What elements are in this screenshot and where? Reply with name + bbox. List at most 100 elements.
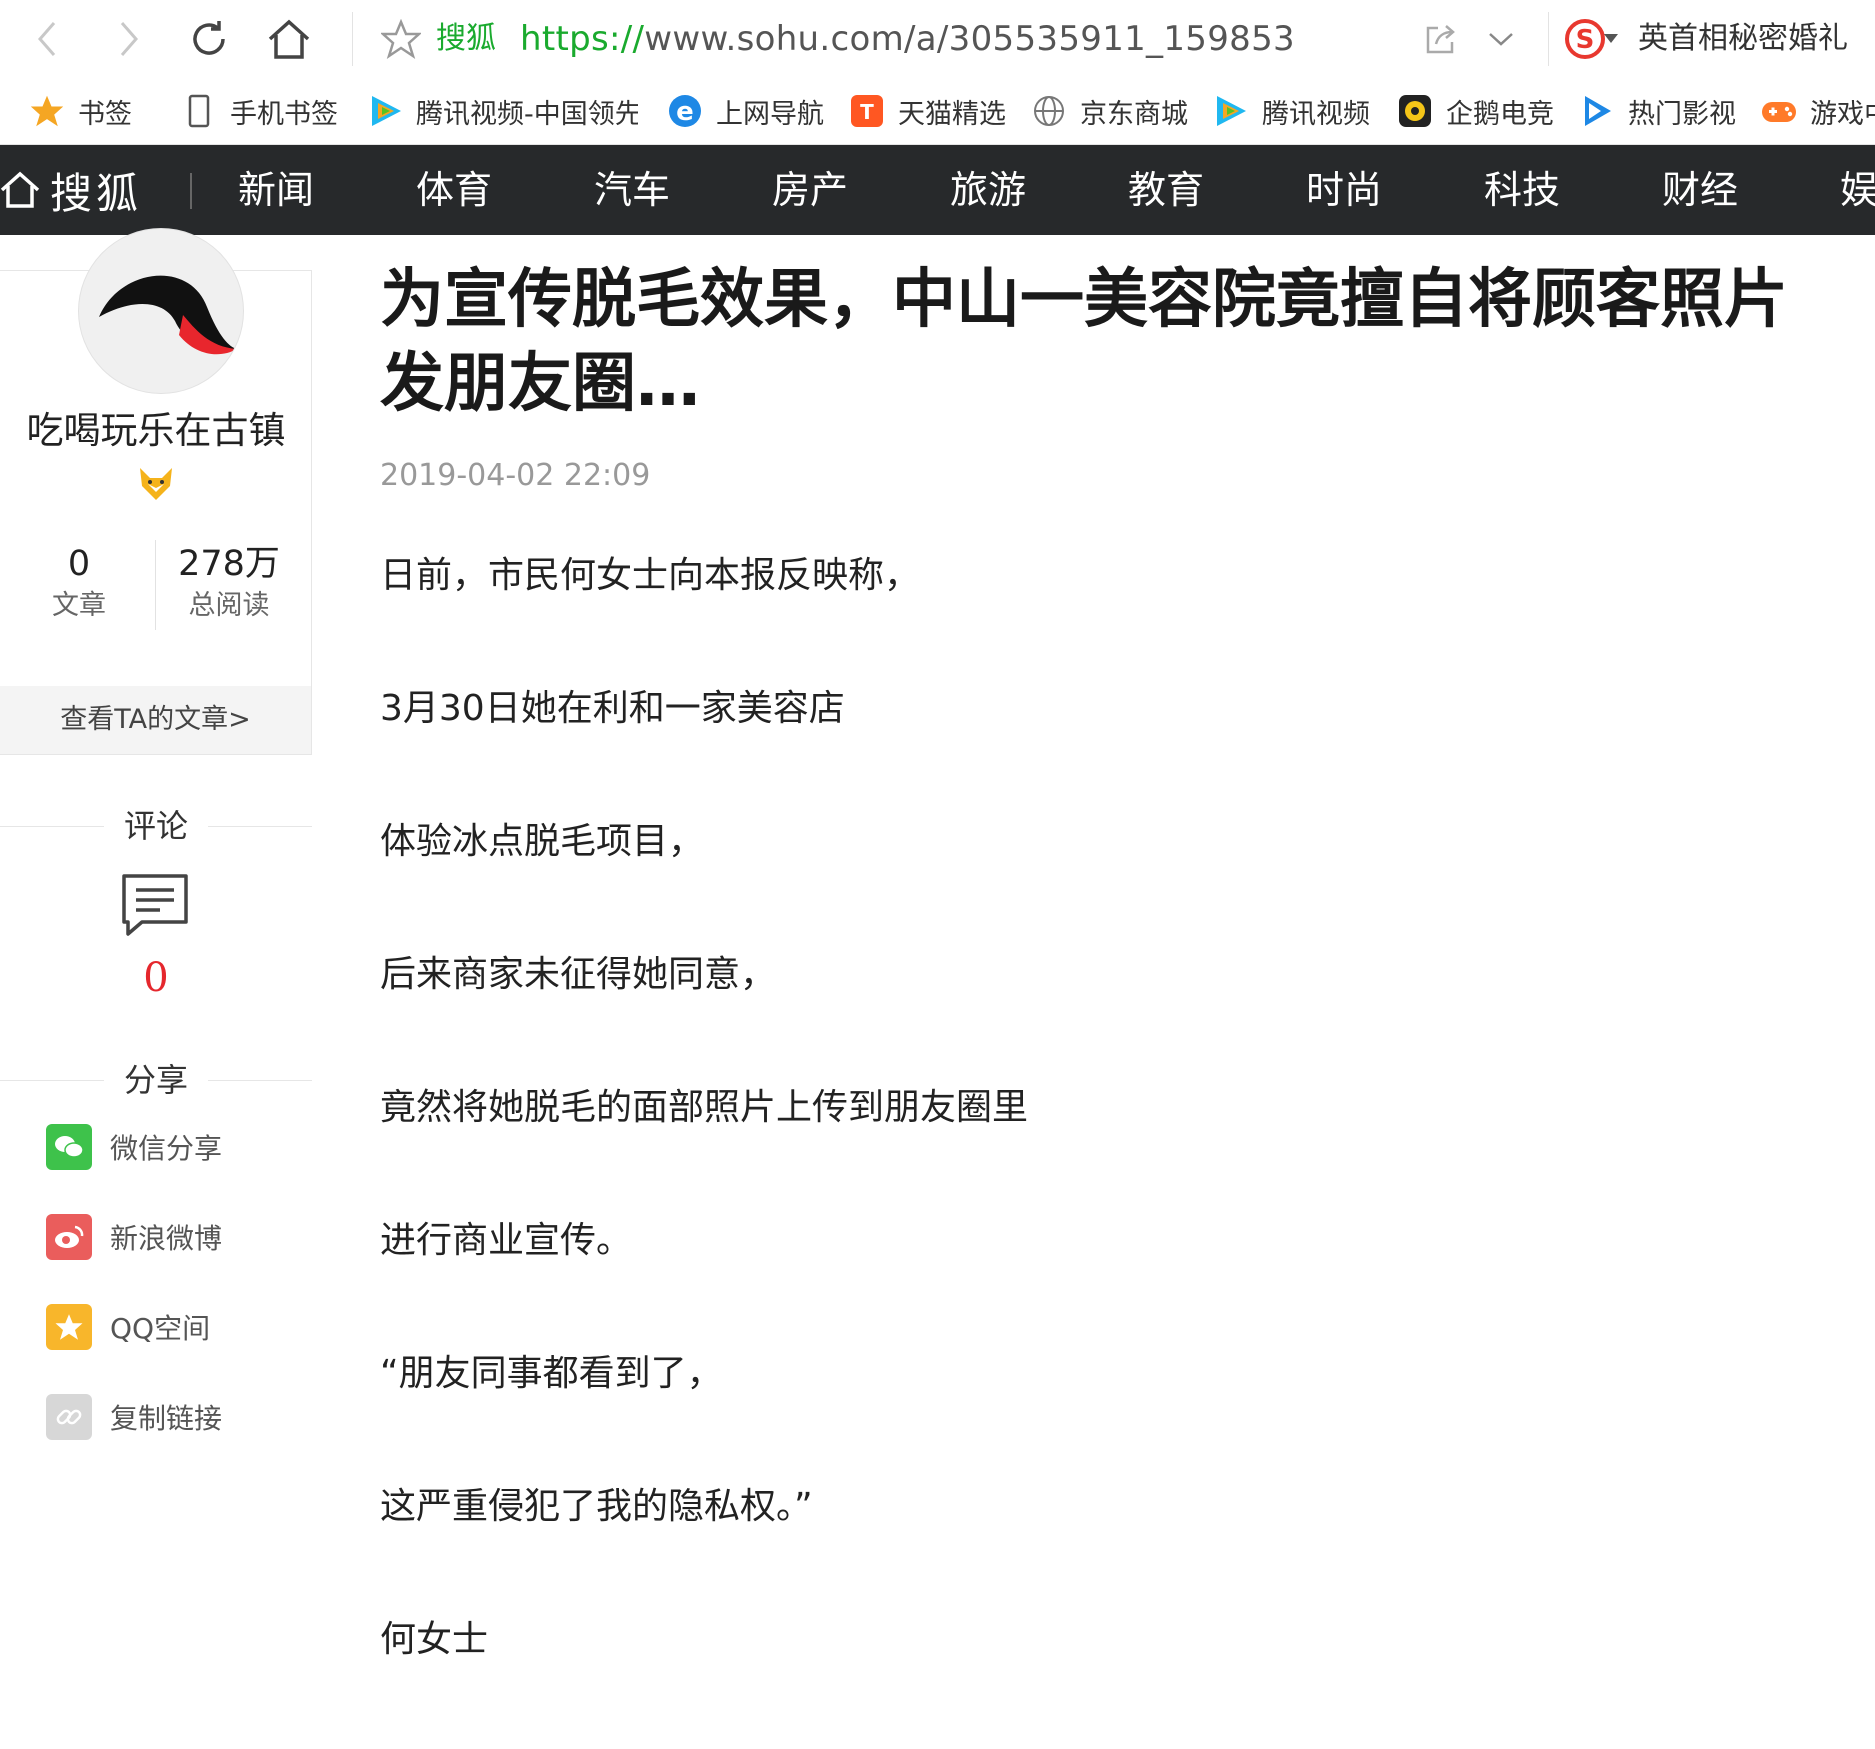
stat-reads: 278万 总阅读: [154, 540, 304, 624]
share-heading: 分享: [0, 1060, 312, 1100]
article-paragraph: 3月30日她在利和一家美容店: [380, 688, 845, 729]
articles-label: 文章: [52, 590, 106, 621]
nav-item-fashion[interactable]: 时尚: [1306, 145, 1382, 235]
bookmark-label: 上网导航: [716, 98, 824, 130]
comment-icon[interactable]: [120, 872, 190, 938]
link-icon: [46, 1394, 92, 1440]
bookmark-item[interactable]: T 天猫精选: [848, 78, 1006, 144]
ie-icon: e: [666, 92, 704, 130]
bookmark-star-icon[interactable]: [376, 14, 426, 64]
url-site-label: 搜狐: [436, 21, 496, 56]
share-label: 微信分享: [110, 1132, 223, 1165]
comments-heading: 评论: [0, 806, 312, 846]
star-icon: [28, 92, 66, 130]
share-weibo[interactable]: 新浪微博: [46, 1214, 222, 1260]
play-icon: [1578, 92, 1616, 130]
article-paragraph: 进行商业宣传。: [380, 1220, 633, 1261]
article-paragraph: 后来商家未征得她同意，: [380, 954, 777, 995]
share-qzone[interactable]: QQ空间: [46, 1304, 210, 1350]
gamepad-icon: [1760, 92, 1798, 130]
nav-item-education[interactable]: 教育: [1128, 145, 1204, 235]
view-articles-link[interactable]: 查看TA的文章>: [0, 686, 311, 754]
comments-heading-text: 评论: [123, 807, 188, 845]
reads-label: 总阅读: [188, 590, 270, 621]
nav-item-tech[interactable]: 科技: [1484, 145, 1560, 235]
search-engine-dropdown-icon[interactable]: [1596, 14, 1626, 64]
chevron-down-icon[interactable]: [1476, 14, 1526, 64]
share-heading-text: 分享: [123, 1061, 188, 1099]
home-icon[interactable]: [264, 14, 314, 64]
article-paragraph: 体验冰点脱毛项目，: [380, 821, 705, 862]
nav-item-auto[interactable]: 汽车: [594, 145, 670, 235]
tencent-video-icon: [1212, 92, 1250, 130]
bookmark-label: 腾讯视频-中国领先: [416, 98, 638, 130]
article-paragraph: 这严重侵犯了我的隐私权。”: [380, 1486, 813, 1527]
url-path: www.sohu.com/a/305535911_159853: [644, 19, 1295, 59]
article-time: 2019-04-02 22:09: [380, 458, 651, 493]
bookmark-label: 游戏中: [1810, 98, 1875, 130]
stat-articles: 0 文章: [4, 540, 154, 624]
share-page-icon[interactable]: [1416, 14, 1466, 64]
penguin-esports-icon: [1396, 92, 1434, 130]
logo-text: 搜狐: [50, 168, 143, 218]
article-paragraph: 日前，市民何女士向本报反映称，: [380, 555, 921, 596]
toolbar-separator: [352, 12, 353, 66]
tmall-icon: T: [848, 92, 886, 130]
tencent-video-icon: [368, 92, 404, 130]
svg-text:e: e: [676, 97, 694, 127]
phone-icon: [180, 92, 218, 130]
bookmark-item[interactable]: 腾讯视频: [1212, 78, 1370, 144]
bookmark-label: 企鹅电竞: [1446, 98, 1554, 130]
comment-count[interactable]: 0: [0, 955, 312, 1001]
article-paragraph: “朋友同事都看到了，: [380, 1353, 723, 1394]
article-body: 日前，市民何女士向本报反映称， 3月30日她在利和一家美容店 体验冰点脱毛项目，…: [380, 552, 1780, 1749]
article-title: 为宣传脱毛效果，中山一美容院竟擅自将顾客照片发朋友圈…: [380, 263, 1788, 421]
url-bar[interactable]: https://www.sohu.com/a/305535911_159853: [520, 14, 1295, 64]
bookmark-item[interactable]: 热门影视: [1578, 78, 1736, 144]
nav-item-sports[interactable]: 体育: [416, 145, 492, 235]
sohu-logo[interactable]: 搜狐: [0, 145, 142, 235]
back-icon[interactable]: [22, 14, 72, 64]
bookmark-item[interactable]: 手机书签: [180, 78, 338, 144]
articles-count: 0: [67, 544, 91, 584]
article-paragraph: 何女士: [380, 1619, 489, 1660]
fox-badge-icon: [136, 466, 176, 502]
bookmark-item[interactable]: e 上网导航: [666, 78, 824, 144]
url-protocol: https://: [520, 19, 645, 59]
nav-item-finance[interactable]: 财经: [1662, 145, 1738, 235]
reads-count: 278万: [178, 544, 280, 584]
site-nav: 搜狐 新闻 体育 汽车 房产 旅游 教育 时尚 科技 财经 娱: [0, 145, 1875, 235]
nav-item-realestate[interactable]: 房产: [772, 145, 848, 235]
author-name[interactable]: 吃喝玩乐在古镇: [0, 400, 312, 454]
bookmark-item[interactable]: 书签: [28, 78, 132, 144]
share-label: QQ空间: [110, 1312, 211, 1345]
bookmark-item[interactable]: 腾讯视频-中国领先: [368, 78, 638, 144]
share-copy-link[interactable]: 复制链接: [46, 1394, 222, 1440]
search-input[interactable]: 英首相秘密婚礼: [1638, 16, 1848, 62]
bookmark-label: 热门影视: [1628, 98, 1736, 130]
bookmark-label: 京东商城: [1080, 98, 1188, 130]
bookmark-item[interactable]: 京东商城: [1030, 78, 1188, 144]
svg-text:T: T: [860, 100, 874, 124]
wechat-icon: [46, 1124, 92, 1170]
nav-item-travel[interactable]: 旅游: [950, 145, 1026, 235]
avatar[interactable]: [78, 228, 244, 394]
qzone-icon: [46, 1304, 92, 1350]
svg-text:S: S: [1576, 25, 1595, 55]
article-paragraph: 竟然将她脱毛的面部照片上传到朋友圈里: [380, 1087, 1029, 1128]
weibo-icon: [46, 1214, 92, 1260]
bookmark-label: 手机书签: [230, 98, 338, 130]
nav-item-news[interactable]: 新闻: [238, 145, 314, 235]
nav-item-entertainment[interactable]: 娱: [1840, 145, 1875, 235]
reload-icon[interactable]: [184, 14, 234, 64]
bookmark-item[interactable]: 游戏中: [1760, 78, 1875, 144]
forward-icon[interactable]: [104, 14, 154, 64]
bookmark-item[interactable]: 企鹅电竞: [1396, 78, 1554, 144]
nav-divider: [190, 173, 192, 209]
bookmark-label: 天猫精选: [898, 98, 1006, 130]
browser-toolbar: 搜狐 https://www.sohu.com/a/305535911_1598…: [0, 0, 1875, 79]
bookmarks-bar: 书签 手机书签 腾讯视频-中国领先 e 上网导航 T 天猫精选 京东商城 腾讯视…: [0, 78, 1875, 145]
home-icon: [0, 171, 40, 208]
share-wechat[interactable]: 微信分享: [46, 1124, 222, 1170]
bookmark-label: 书签: [78, 98, 132, 130]
